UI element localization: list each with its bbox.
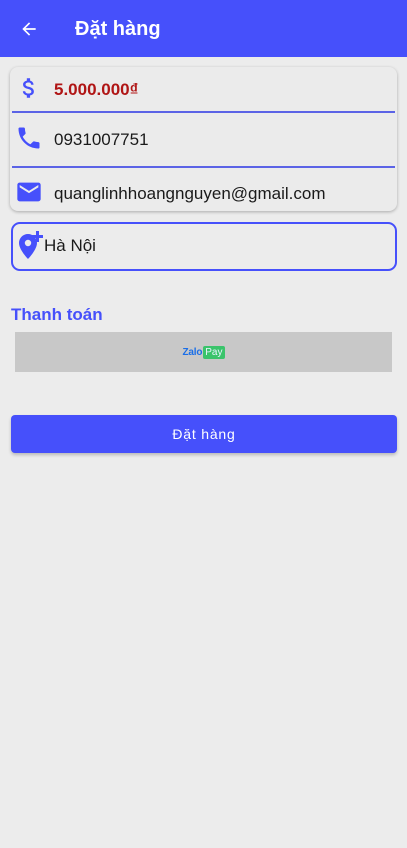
price-value: 5.000.000₫ (54, 79, 139, 99)
price-row: 5.000.000₫ (10, 67, 397, 112)
address-input[interactable]: Hà Nội (11, 222, 397, 271)
app-bar: Đặt hàng (0, 0, 407, 57)
add-location-icon (15, 228, 47, 262)
arrow-back-icon (22, 22, 36, 36)
zalopay-logo: Zalo Pay (182, 345, 225, 359)
pay-logo-text: Pay (203, 345, 225, 359)
zalo-logo-text: Zalo (182, 346, 203, 358)
email-value: quanglinhhoangnguyen@gmail.com (54, 184, 326, 203)
back-button[interactable] (14, 14, 44, 44)
divider (12, 166, 395, 168)
email-row[interactable]: quanglinhhoangnguyen@gmail.com (10, 173, 397, 211)
payment-section-title: Thanh toán (11, 305, 103, 324)
phone-row[interactable]: 0931007751 (10, 117, 397, 162)
zalopay-button[interactable]: Zalo Pay (15, 332, 392, 372)
email-icon (14, 177, 44, 207)
phone-value: 0931007751 (54, 129, 149, 149)
divider (12, 111, 395, 113)
page-title: Đặt hàng (75, 18, 161, 40)
dollar-icon (14, 73, 44, 103)
phone-icon (14, 123, 44, 153)
order-info-card: 5.000.000₫ 0931007751 quanglinhhoangnguy… (10, 67, 397, 211)
address-value: Hà Nội (44, 236, 96, 255)
place-order-button[interactable]: Đặt hàng (11, 415, 397, 453)
